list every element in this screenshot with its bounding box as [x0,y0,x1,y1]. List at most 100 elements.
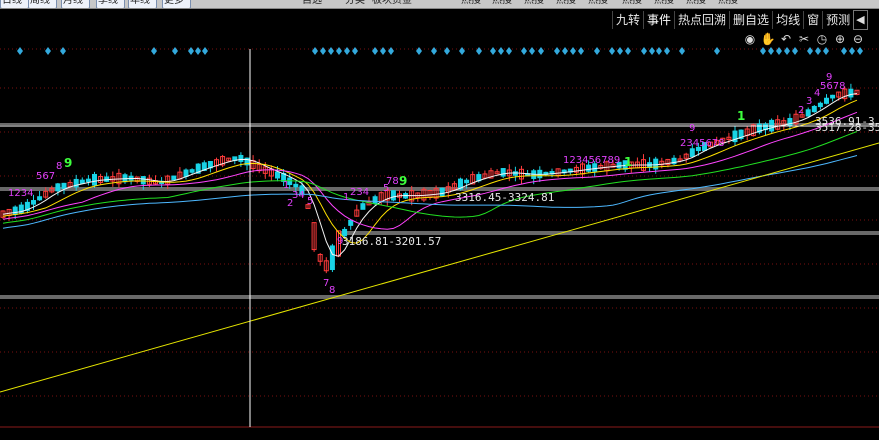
candle-body [61,182,67,190]
candle-body [390,190,396,201]
sequential-count-label: 1 [283,180,289,191]
signal-diamond [570,47,576,55]
signal-diamond [320,47,326,55]
signal-diamond [506,47,512,55]
candle-body [37,196,43,201]
signal-diamond [372,47,378,55]
signal-diamond [617,47,623,55]
candle-body [238,154,244,162]
sequential-count-label: 8 [56,161,62,172]
signal-diamond [195,47,201,55]
candle-body [171,175,177,181]
signal-diamond [188,47,194,55]
signal-diamond [521,47,527,55]
candle-body [31,200,36,205]
candle-body [500,168,506,177]
sequential-count-label: 3 [806,96,812,107]
candle-body [79,179,85,184]
sequential-count-label: 5 [307,196,313,207]
ma-line-magenta [2,111,858,230]
signal-diamond [344,47,350,55]
sequential-count-label: 9 [689,123,695,134]
candle-body [85,178,91,183]
signal-diamond [172,47,178,55]
sequential-count-label: 9 [64,156,72,170]
sequential-count-label: 123456789 [563,155,620,166]
candle-body [275,171,280,179]
price-range-label: 3186.81-3201.57 [342,235,441,248]
signal-diamond [776,47,782,55]
candle-body [824,97,829,104]
candle-body [689,148,695,157]
candle-body [811,105,817,113]
signal-diamond [562,47,568,55]
support-resistance-band [0,123,879,125]
sequential-count-label: 5678 [820,81,845,92]
signal-diamond [554,47,560,55]
sequential-count-label: 1 [737,109,745,123]
candle-body [439,187,445,197]
sequential-count-label: 9 [337,236,343,247]
signal-diamond [594,47,600,55]
sequential-count-label: 567 [36,171,55,182]
signal-diamond [857,47,863,55]
signal-diamond [609,47,615,55]
signal-diamond [807,47,813,55]
sequential-count-label: 1 [343,192,349,203]
signal-diamond [60,47,66,55]
price-range-label: 3316.45-3324.81 [455,191,554,204]
sequential-count-label: 234 [350,187,369,198]
signal-diamond [664,47,670,55]
signal-diamond [538,47,544,55]
signal-diamond [45,47,51,55]
signal-diamond [760,47,766,55]
candle-body [817,102,823,108]
sequential-count-label: 9 [826,72,832,83]
candle-body [372,196,378,205]
candle-body [586,164,592,172]
signal-diamond [625,47,631,55]
ma-line-yellow [2,99,858,244]
sequential-count-label: 34 [292,190,305,201]
sequential-count-label: 9 [399,174,407,188]
signal-diamond [656,47,662,55]
candle-body [830,94,836,99]
signal-diamond [444,47,450,55]
signal-diamond [336,47,342,55]
signal-diamond [312,47,318,55]
sequential-count-label: 1234 [8,188,33,199]
signal-diamond [388,47,394,55]
signal-diamond [202,47,208,55]
signal-diamond [476,47,482,55]
support-resistance-band [0,295,879,299]
signal-diamond [151,47,157,55]
candle-body [293,183,299,188]
signal-diamond [352,47,358,55]
signal-diamond [380,47,386,55]
sequential-count-label: 8 [329,285,335,296]
sequential-count-label: 2345678 [680,138,725,149]
candle-body [140,176,146,185]
signal-diamond [641,47,647,55]
candle-body [12,206,18,215]
candlestick-chart[interactable]: 3186.81-3201.573316.45-3324.813536.91-33… [0,0,879,440]
candle-body [189,169,195,173]
candle-body [805,109,811,117]
candle-body [464,179,470,184]
candle-body [55,183,61,192]
signal-diamond [714,47,720,55]
sequential-count-label: 1 [624,155,632,169]
signal-diamond [823,47,829,55]
signal-diamond [679,47,685,55]
candle-body [348,219,354,226]
signal-diamond [841,47,847,55]
candle-body [360,203,366,210]
signal-diamond [768,47,774,55]
signal-diamond [17,47,23,55]
signal-diamond [792,47,798,55]
candle-body [92,173,97,186]
candle-body [183,169,189,177]
signal-diamond [490,47,496,55]
signal-diamond [328,47,334,55]
signal-diamond [849,47,855,55]
